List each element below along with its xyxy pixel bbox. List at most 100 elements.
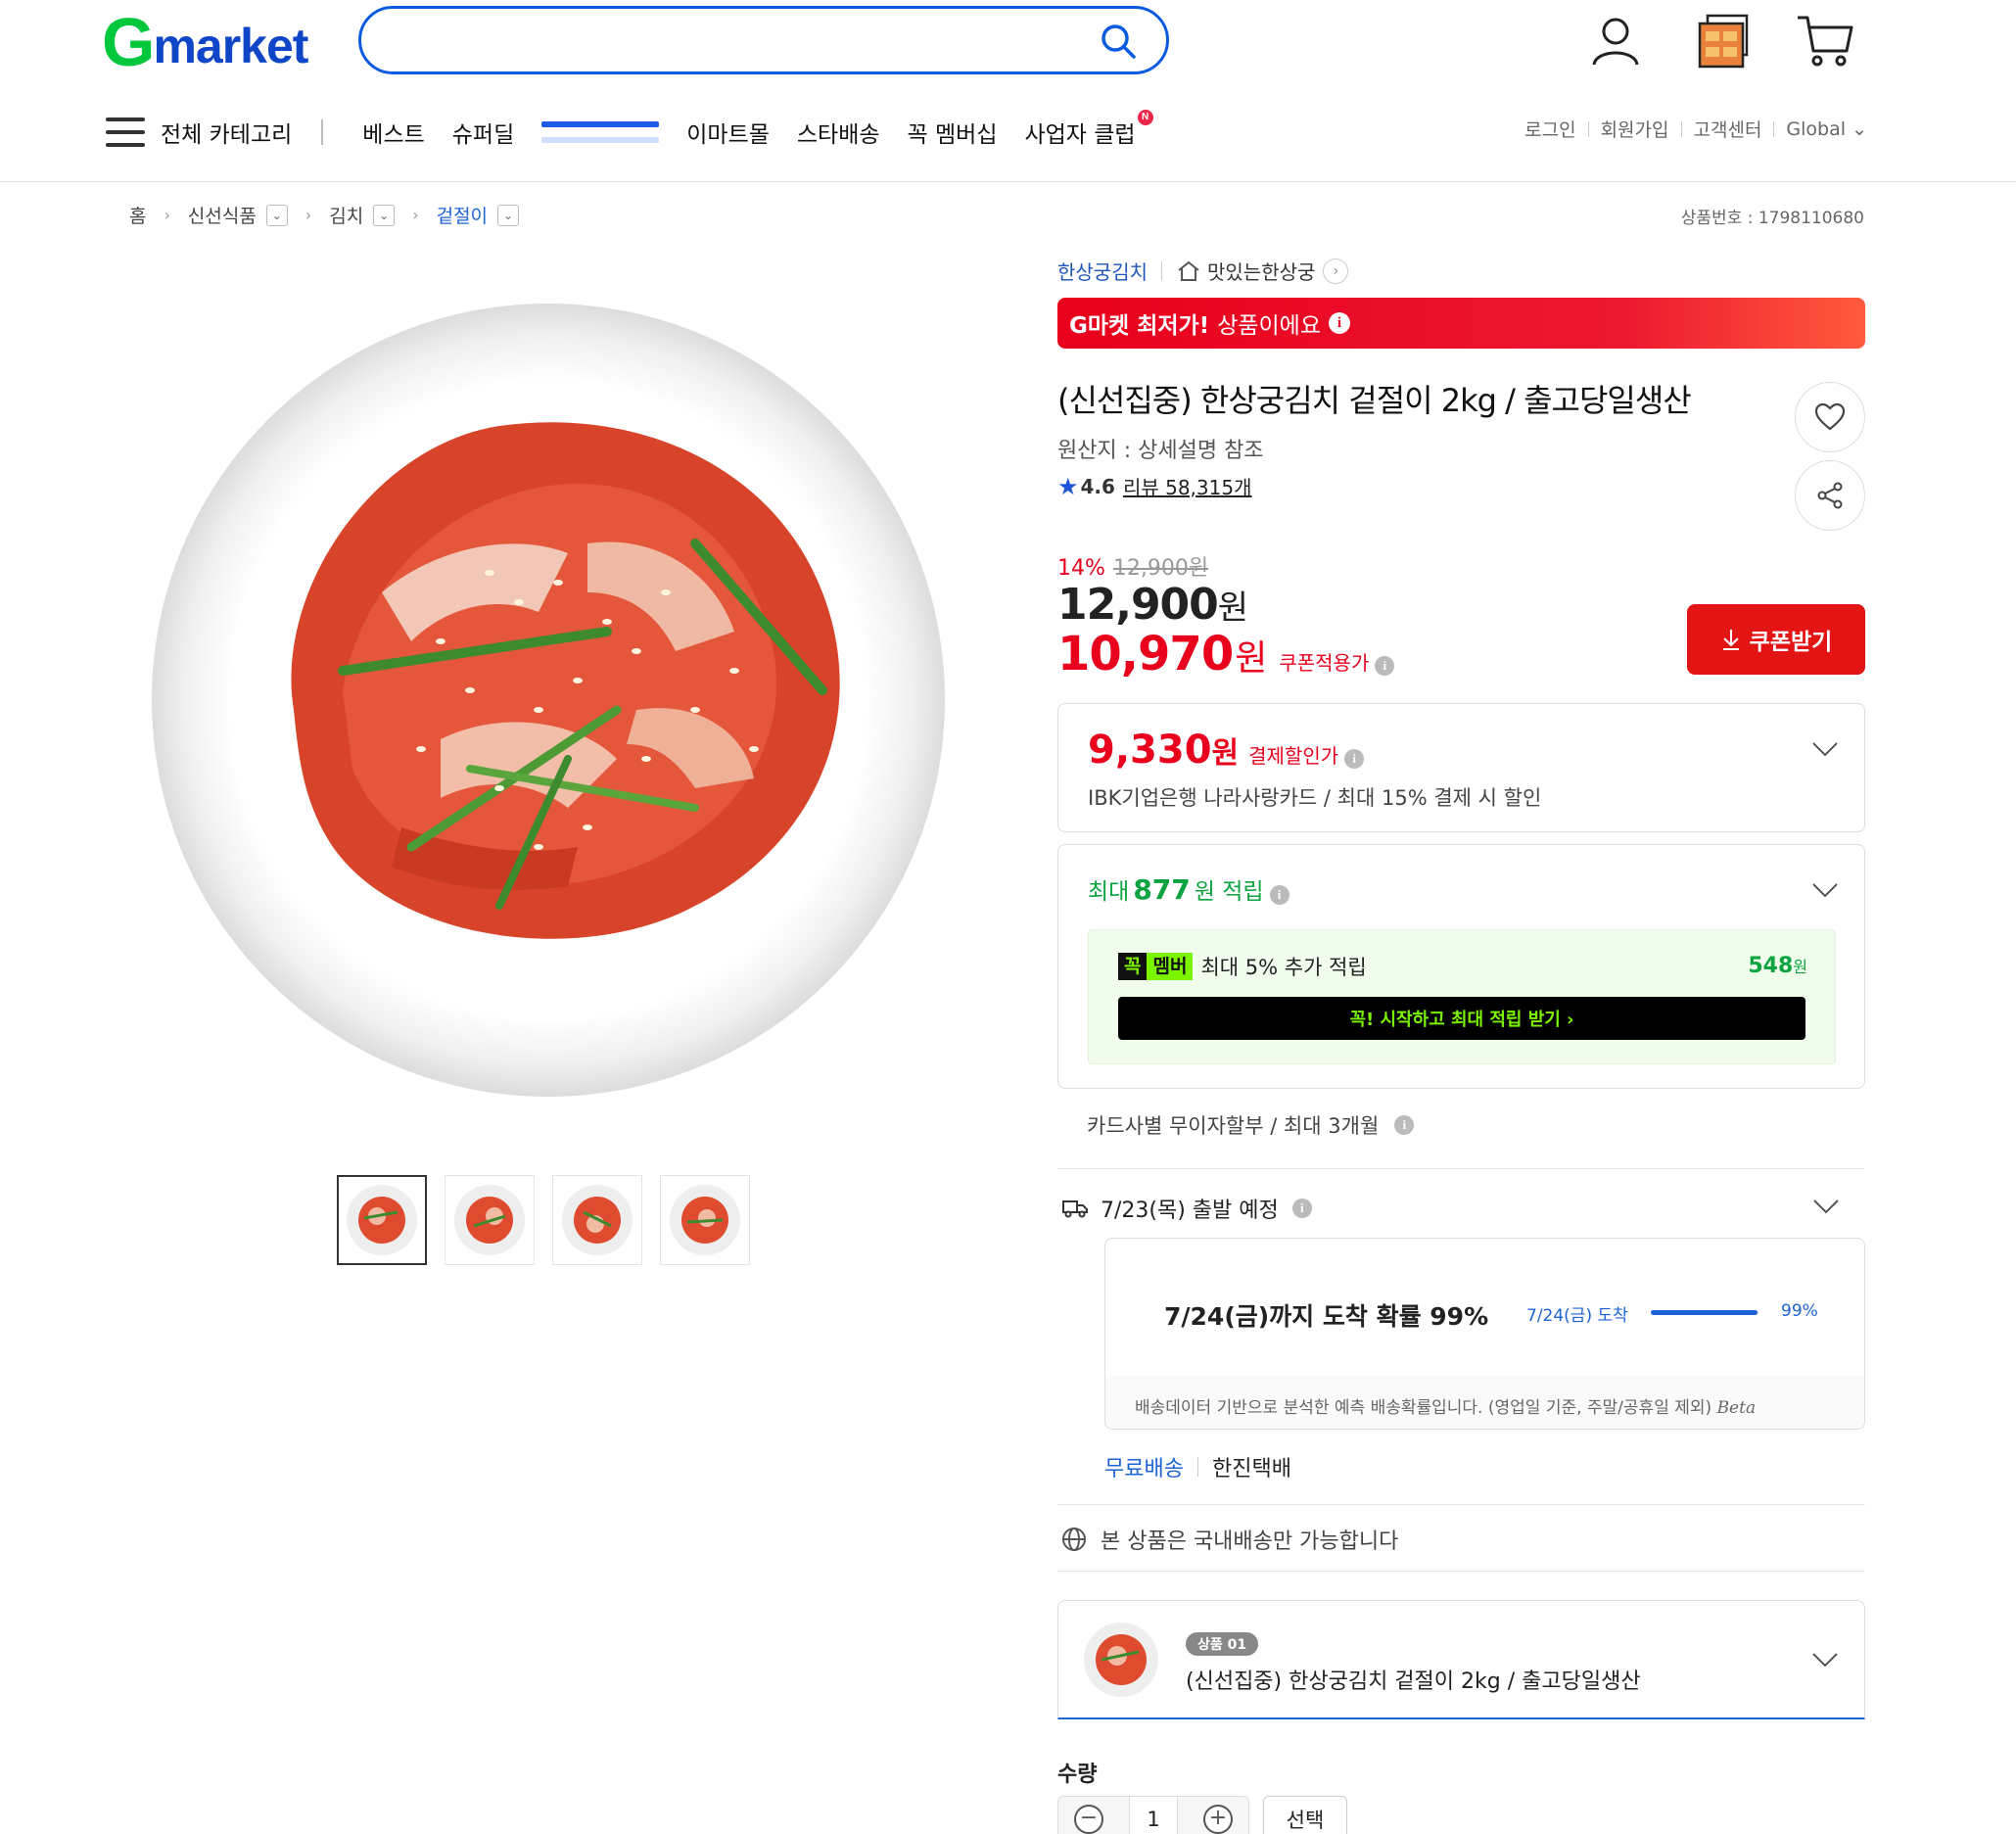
brand-link[interactable]: 한상궁김치 (1057, 257, 1148, 285)
breadcrumb-fresh-food[interactable]: 신선식품 (188, 202, 257, 228)
coupon-button-label: 쿠폰받기 (1749, 630, 1833, 655)
nav-membership[interactable]: 꼭 멤버십 (908, 116, 998, 149)
login-link[interactable]: 로그인 (1524, 116, 1575, 142)
banner-text: 상품이에요 (1217, 313, 1321, 339)
breadcrumb-kimchi[interactable]: 김치 (329, 202, 363, 228)
info-icon[interactable]: i (1394, 1115, 1415, 1135)
shipping-depart-row[interactable]: 7/23(목) 출발 예정 i (1061, 1193, 1312, 1224)
arrival-probability-fill (1651, 1310, 1758, 1315)
membership-badge-b: 멤버 (1147, 953, 1194, 980)
domestic-shipping-row: 본 상품은 국내배송만 가능합니다 (1061, 1524, 1398, 1555)
chevron-down-icon[interactable]: ⌄ (497, 204, 520, 226)
chevron-down-icon[interactable] (1811, 1197, 1841, 1216)
breadcrumb-home[interactable]: 홈 (129, 202, 146, 228)
seller-row: 한상궁김치 맛있는한상궁 › (1057, 257, 1349, 285)
info-icon[interactable]: i (1291, 1199, 1312, 1218)
membership-start-button[interactable]: 꼭! 시작하고 최대 적립 받기 › (1118, 997, 1805, 1040)
coupon-download-button[interactable]: 쿠폰받기 (1687, 604, 1865, 675)
option-selector[interactable]: 상품 01 (신선집중) 한상궁김치 겉절이 2kg / 출고당일생산 (1057, 1600, 1865, 1719)
chevron-down-icon[interactable] (1810, 739, 1840, 759)
customer-center-link[interactable]: 고객센터 (1694, 116, 1762, 142)
chevron-down-icon[interactable] (1810, 880, 1840, 900)
membership-badge-a: 꼭 (1118, 953, 1148, 980)
globe-icon (1062, 1528, 1086, 1551)
search-input[interactable] (385, 21, 1070, 60)
chevron-down-icon[interactable]: ⌄ (265, 204, 288, 226)
shipping-fee-row: 무료배송 한진택배 (1104, 1451, 1291, 1482)
global-link[interactable]: Global ⌄ (1786, 118, 1867, 140)
breadcrumb-geotjeori[interactable]: 겉절이 (437, 202, 488, 228)
gmarket-logo[interactable]: Gmarket (102, 4, 308, 80)
thumbnail-image (670, 1185, 740, 1255)
coupon-price: 10,970 원 쿠폰적용가 i (1057, 627, 1395, 682)
share-button[interactable] (1795, 460, 1865, 531)
option-thumbnail (1084, 1622, 1158, 1697)
quantity-value[interactable]: 1 (1129, 1797, 1178, 1834)
logo-text: market (153, 19, 308, 73)
payment-price-label: 결제할인가 (1248, 744, 1339, 768)
delivery-prediction-main: 7/24(금)까지 도착 확률 99% 7/24(금) 도착 99% (1105, 1239, 1864, 1376)
nav-business-club-label: 사업자 클럽 (1024, 122, 1136, 148)
points-amount: 877 (1133, 873, 1191, 906)
all-categories[interactable]: 전체 카테고리 (161, 116, 292, 149)
nav-promo-banner[interactable] (541, 118, 660, 147)
discount-row: 14% 12,900원 (1057, 550, 1208, 582)
plus-button[interactable]: + (1203, 1805, 1233, 1834)
wishlist-button[interactable] (1795, 382, 1865, 452)
nav-business-club[interactable]: 사업자 클럽 N (1024, 110, 1153, 149)
shipping-depart-text: 7/23(목) 출발 예정 (1101, 1199, 1279, 1223)
origin-info: 원산지 : 상세설명 참조 (1057, 439, 1264, 463)
seller-divider (1161, 260, 1162, 281)
search-box (358, 6, 1169, 74)
chevron-down-icon[interactable] (1810, 1650, 1840, 1669)
info-icon[interactable]: i (1375, 656, 1395, 676)
coupon-price-label: 쿠폰적용가 (1279, 651, 1370, 675)
product-number: 상품번호 : 1798110680 (1680, 209, 1864, 228)
info-icon[interactable]: i (1344, 749, 1365, 769)
shop-name: 맛있는한상궁 (1207, 260, 1316, 284)
thumbnail[interactable] (552, 1175, 642, 1265)
select-button[interactable]: 선택 (1263, 1796, 1347, 1834)
delivery-note: 배송데이터 기반으로 분석한 예측 배송확률입니다. (영업일 기준, 주말/공… (1135, 1393, 1756, 1418)
heart-icon (1814, 402, 1846, 431)
points-box: 최대 877 원 적립 i 꼭 멤버 최대 5% 추가 적립 548원 꼭! 시작하고… (1057, 844, 1865, 1089)
cart-icon[interactable] (1796, 12, 1854, 71)
rating-row: ★ 4.6 리뷰 58,315개 (1057, 472, 1252, 500)
minus-button[interactable]: − (1074, 1805, 1103, 1834)
chevron-right-icon: › (305, 206, 312, 224)
sale-price-number: 12,900 (1057, 580, 1219, 630)
membership-badge: 꼭 멤버 (1118, 953, 1194, 980)
nav-emart-mall[interactable]: 이마트몰 (686, 116, 770, 149)
nav-superdeal[interactable]: 슈퍼딜 (452, 116, 514, 149)
nav-star-delivery[interactable]: 스타배송 (797, 116, 880, 149)
user-icon[interactable] (1586, 12, 1645, 71)
review-link[interactable]: 리뷰 58,315개 (1123, 472, 1252, 500)
rating-score: 4.6 (1080, 474, 1115, 498)
beta-label: Beta (1716, 1398, 1757, 1418)
arrival-probability-title: 7/24(금)까지 도착 확률 99% (1164, 1302, 1489, 1331)
util-divider (1587, 120, 1589, 137)
signup-link[interactable]: 회원가입 (1601, 116, 1669, 142)
breadcrumb: 홈 › 신선식품 ⌄ › 김치 ⌄ › 겉절이 ⌄ (129, 202, 520, 228)
menu-icon[interactable] (106, 118, 145, 147)
info-icon[interactable]: i (1269, 885, 1289, 905)
payment-description: IBK기업은행 나라사랑카드 / 최대 15% 결제 시 할인 (1088, 786, 1542, 810)
chevron-down-icon[interactable]: ⌄ (373, 204, 396, 226)
thumbnail[interactable] (660, 1175, 750, 1265)
thumbnail[interactable] (445, 1175, 535, 1265)
divider (1057, 1504, 1865, 1505)
payment-price-unit: 원 (1211, 736, 1240, 771)
home-icon (1178, 260, 1199, 281)
free-shipping-label: 무료배송 (1104, 1457, 1184, 1481)
banner-bold: G마켓 최저가! (1069, 313, 1210, 339)
recent-items-icon[interactable] (1694, 12, 1753, 71)
payment-discount-box[interactable]: 9,330 원 결제할인가 i IBK기업은행 나라사랑카드 / 최대 15% 결… (1057, 703, 1865, 832)
shop-link[interactable]: 맛있는한상궁 › (1176, 257, 1349, 285)
membership-amount-unit: 원 (1793, 958, 1807, 976)
search-icon[interactable] (1098, 21, 1139, 62)
original-price: 12,900원 (1112, 556, 1209, 581)
nav-best[interactable]: 베스트 (362, 116, 424, 149)
info-icon[interactable]: i (1329, 312, 1350, 334)
thumbnail[interactable] (337, 1175, 427, 1265)
chevron-right-icon: › (1323, 258, 1349, 284)
